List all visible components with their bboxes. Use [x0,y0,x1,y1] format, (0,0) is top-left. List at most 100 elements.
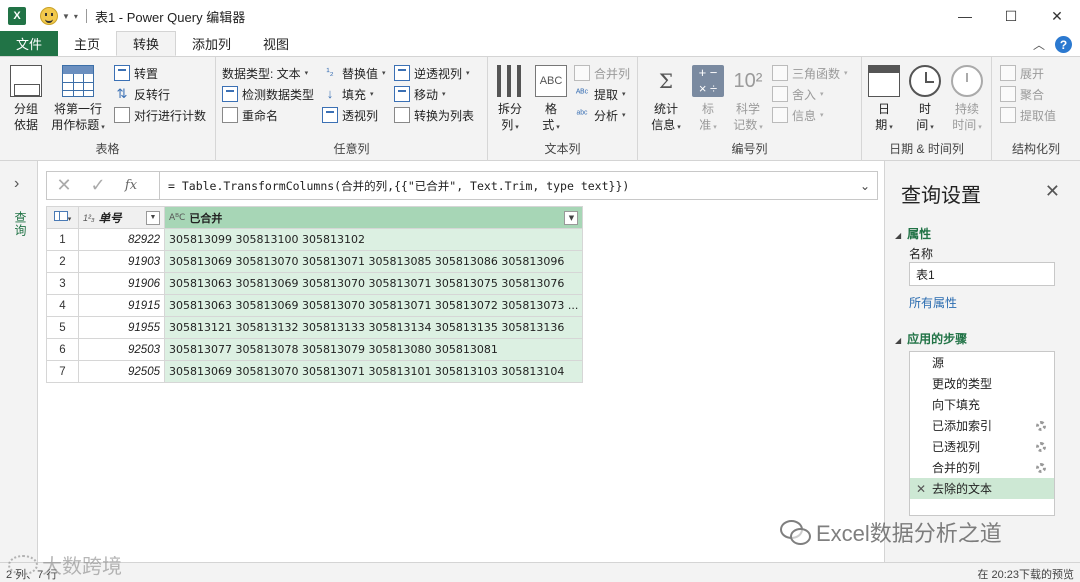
tab-home[interactable]: 主页 [58,31,116,56]
cell-merged[interactable]: 305813121 305813132 305813133 305813134 … [163,316,584,339]
information-button[interactable]: 信息 ▾ [772,105,824,125]
filter-dropdown-icon[interactable]: ▼ [564,210,579,225]
applied-step[interactable]: 已透视列 [910,436,1054,457]
cell-merged[interactable]: 305813063 305813069 305813070 305813071 … [163,272,584,295]
applied-steps-section[interactable]: ◢ 应用的步骤 [895,330,967,347]
cell-merged[interactable]: 305813077 305813078 305813079 305813080 … [163,338,584,361]
extract-values-button[interactable]: 提取值 [1000,105,1056,125]
tab-view[interactable]: 视图 [247,31,305,56]
row-index[interactable]: 3 [46,272,79,295]
chevron-right-icon[interactable]: › [14,175,19,193]
reverse-rows-button[interactable]: ⇅ 反转行 [114,84,170,104]
rename-button[interactable]: 重命名 [222,105,278,125]
to-list-button[interactable]: 转换为列表 [394,105,474,125]
close-icon[interactable]: ✕ [1045,181,1060,202]
count-rows-button[interactable]: 对行进行计数 [114,105,206,125]
gear-icon[interactable] [1036,462,1046,473]
row-index[interactable]: 6 [46,338,79,361]
table-row[interactable]: 7 92505 305813069 305813070 305813071 3058… [46,360,584,383]
pivot-button[interactable]: 透视列 [322,105,378,125]
move-button[interactable]: 移动 ▾ [394,84,446,104]
extract-button[interactable]: ᴬᴮᶜ 提取 ▾ [574,84,626,104]
cell-id[interactable]: 92505 [78,360,165,383]
group-by-button[interactable]: 分组 依据 [8,65,44,133]
delete-step-icon[interactable]: ✕ [916,482,926,496]
table-row[interactable]: 5 91955 305813121 305813132 305813133 3058… [46,316,584,339]
cell-merged[interactable]: 305813099 305813100 305813102 [163,228,584,251]
applied-step[interactable]: ✕ 去除的文本 [910,478,1054,499]
table-row[interactable]: 4 91915 305813063 305813069 305813070 3058… [46,294,584,317]
cell-merged[interactable]: 305813069 305813070 305813071 305813085 … [163,250,584,273]
table-row[interactable]: 6 92503 305813077 305813078 305813079 3058… [46,338,584,361]
row-index[interactable]: 5 [46,316,79,339]
statistics-button[interactable]: Σ 统计 信息 ▾ [646,65,686,136]
smiley-feedback-icon[interactable] [40,7,58,25]
properties-section[interactable]: ◢ 属性 [895,225,931,242]
cell-merged[interactable]: 305813063 305813069 305813070 305813071 … [163,294,584,317]
row-index[interactable]: 2 [46,250,79,273]
standard-button[interactable]: + − × ÷ 标 准 ▾ [692,65,724,136]
gear-icon[interactable] [1036,420,1046,431]
tab-file[interactable]: 文件 [0,31,58,56]
cell-id[interactable]: 91955 [78,316,165,339]
column-header-id[interactable]: 1²₃ 单号 ▼ [78,206,165,229]
text-type-icon[interactable]: AᴮC [169,213,185,223]
format-button[interactable]: ABC 格 式 ▾ [534,65,568,136]
quick-access-dropdown-icon[interactable]: ▾ [74,12,78,21]
applied-step[interactable]: 已添加索引 [910,415,1054,436]
transpose-button[interactable]: 转置 [114,63,158,83]
detect-type-button[interactable]: 检测数据类型 [222,84,314,104]
applied-step[interactable]: 合并的列 [910,457,1054,478]
cell-id[interactable]: 92503 [78,338,165,361]
duration-button[interactable]: 持续 时间 ▾ [948,65,986,136]
cancel-icon[interactable]: ✕ [47,175,81,196]
all-properties-link[interactable]: 所有属性 [909,294,957,311]
table-row[interactable]: 1 82922 305813099 305813100 305813102 [46,228,584,251]
aggregate-button[interactable]: 聚合 [1000,84,1044,104]
fill-button[interactable]: ↓ 填充 ▾ [322,84,374,104]
filter-dropdown-icon[interactable]: ▼ [146,210,160,225]
expand-button[interactable]: 展开 [1000,63,1044,83]
parse-button[interactable]: ᵃᵇᶜ 分析 ▾ [574,105,625,125]
maximize-button[interactable]: ☐ [988,0,1034,32]
minimize-button[interactable]: — [942,0,988,32]
cell-id[interactable]: 82922 [78,228,165,251]
cell-id[interactable]: 91915 [78,294,165,317]
cell-id[interactable]: 91903 [78,250,165,273]
help-icon[interactable]: ? [1055,36,1072,53]
rounding-button[interactable]: 舍入 ▾ [772,84,824,104]
replace-values-button[interactable]: ¹₂ 替换值 ▾ [322,63,385,83]
cell-merged[interactable]: 305813069 305813070 305813071 305813101 … [163,360,584,383]
chevron-down-icon[interactable]: ▼ [62,12,70,21]
table-row[interactable]: 2 91903 305813069 305813070 305813071 3058… [46,250,584,273]
data-type-dropdown[interactable]: 数据类型: 文本 ▾ [222,63,308,83]
applied-step[interactable]: 源 [910,352,1054,373]
formula-input[interactable]: = Table.TransformColumns(合并的列,{{"已合并", T… [168,178,853,194]
row-index[interactable]: 1 [46,228,79,251]
collapse-ribbon-icon[interactable]: ︿ [1033,36,1045,53]
check-icon[interactable]: ✓ [81,175,115,196]
first-row-header-button[interactable]: 将第一行 用作标题 ▾ [48,65,108,136]
row-index[interactable]: 4 [46,294,79,317]
trigonometry-button[interactable]: 三角函数 ▾ [772,63,848,83]
row-index[interactable]: 7 [46,360,79,383]
fx-icon[interactable]: fx [115,178,147,193]
close-button[interactable]: ✕ [1034,0,1080,32]
cell-id[interactable]: 91906 [78,272,165,295]
split-column-button[interactable]: 拆分 列 ▾ [494,65,526,136]
column-header-merged[interactable]: AᴮC 已合并 ▼ [163,206,584,229]
table-row[interactable]: 3 91906 305813063 305813069 305813070 3058… [46,272,584,295]
merge-columns-button[interactable]: 合并列 [574,63,630,83]
tab-add-column[interactable]: 添加列 [176,31,247,56]
time-button[interactable]: 时 间 ▾ [908,65,942,136]
tab-transform[interactable]: 转换 [116,31,177,56]
gear-icon[interactable] [1036,441,1046,452]
query-name-input[interactable] [909,262,1055,286]
number-type-icon[interactable]: 1²₃ [83,213,95,223]
applied-step[interactable]: 更改的类型 [910,373,1054,394]
date-button[interactable]: 日 期 ▾ [868,65,900,136]
chevron-down-icon[interactable]: ⌄ [853,179,877,193]
table-corner-menu[interactable]: ▾ [46,206,79,229]
queries-label[interactable]: 查询 [12,211,29,237]
scientific-button[interactable]: 10² 科学 记数 ▾ [730,65,766,136]
